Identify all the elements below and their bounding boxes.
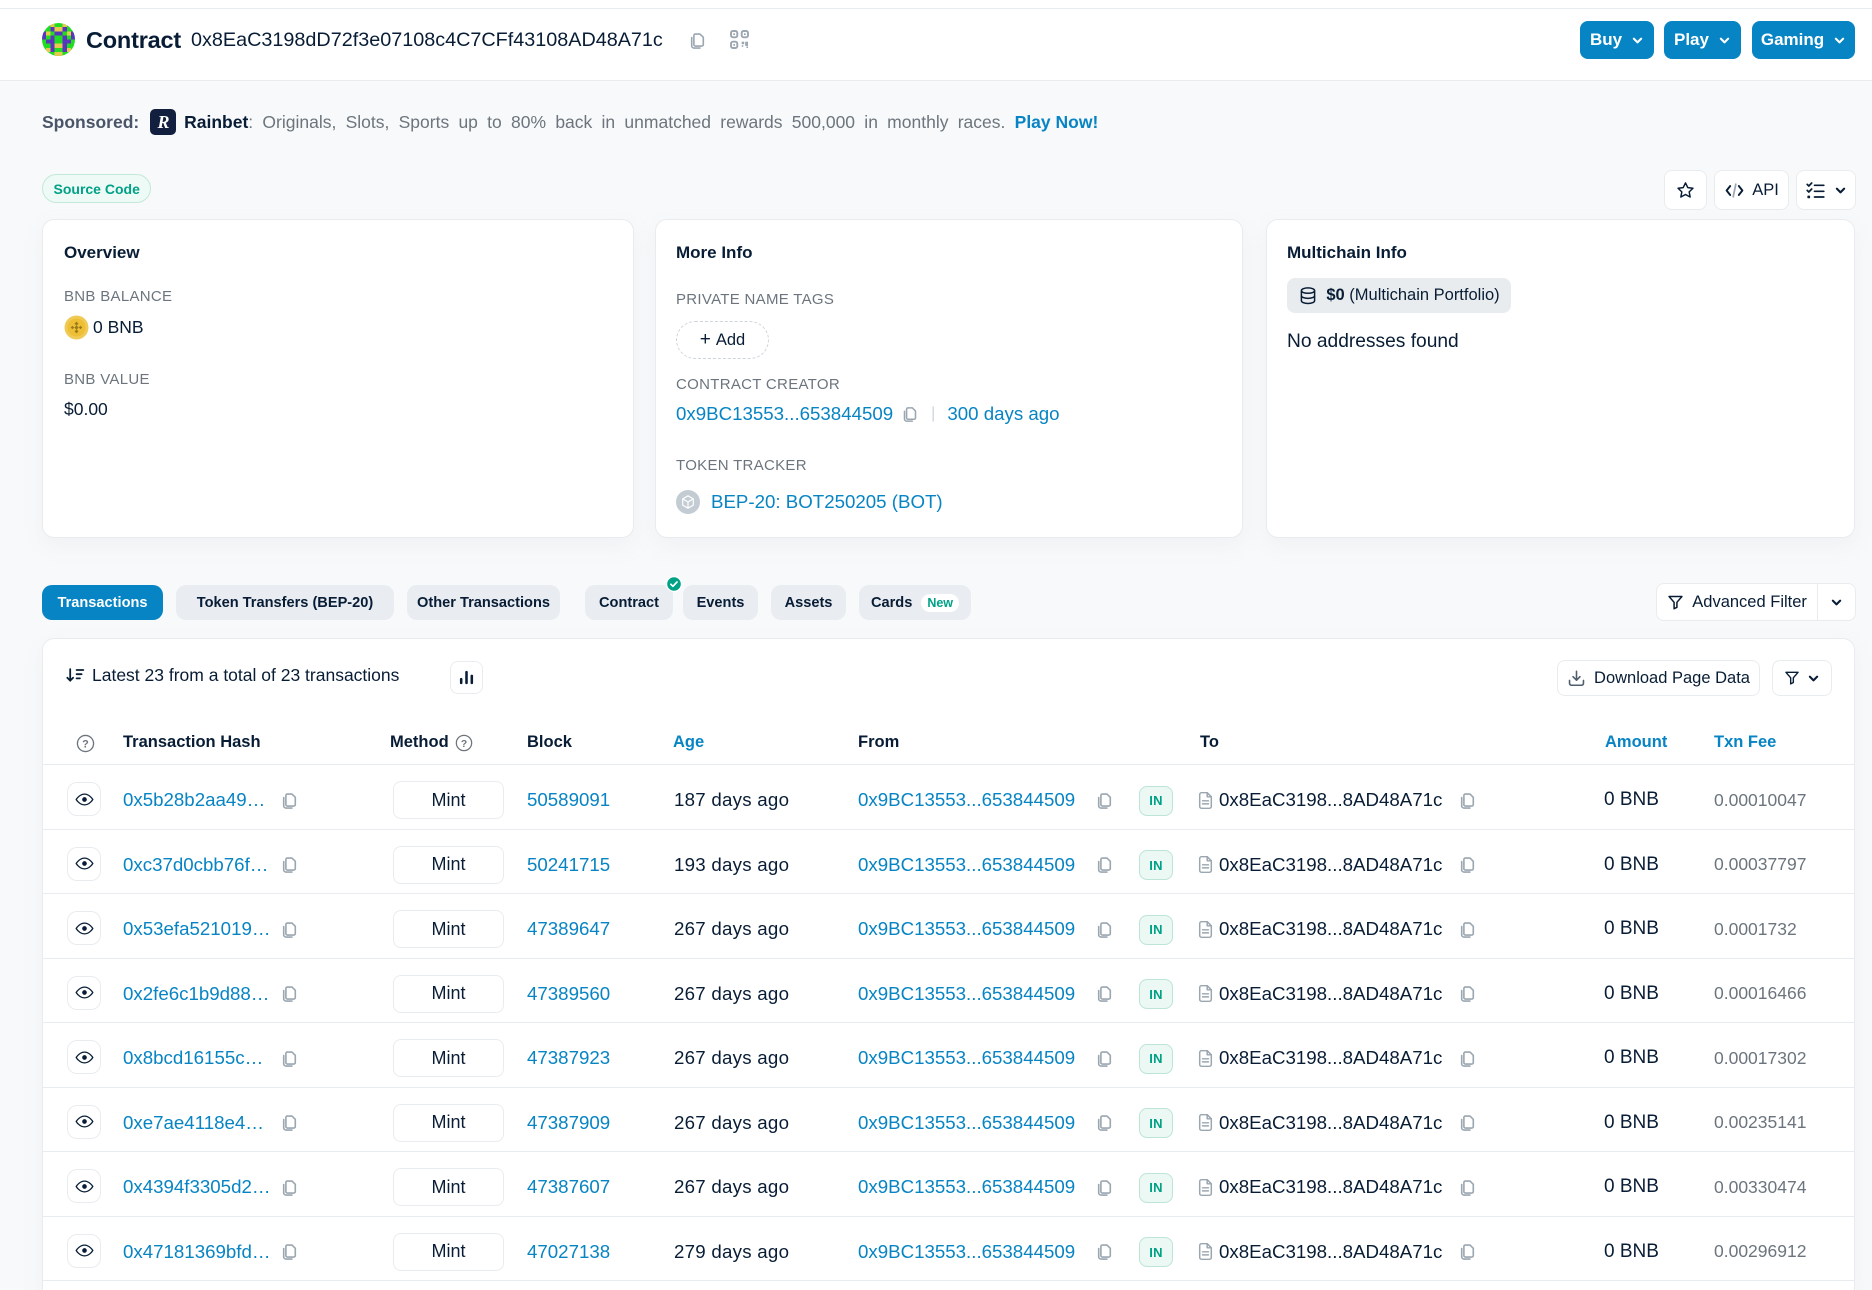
svg-text:?: ? — [460, 738, 466, 749]
svg-text:?: ? — [82, 738, 89, 750]
svg-text:R: R — [157, 112, 170, 132]
